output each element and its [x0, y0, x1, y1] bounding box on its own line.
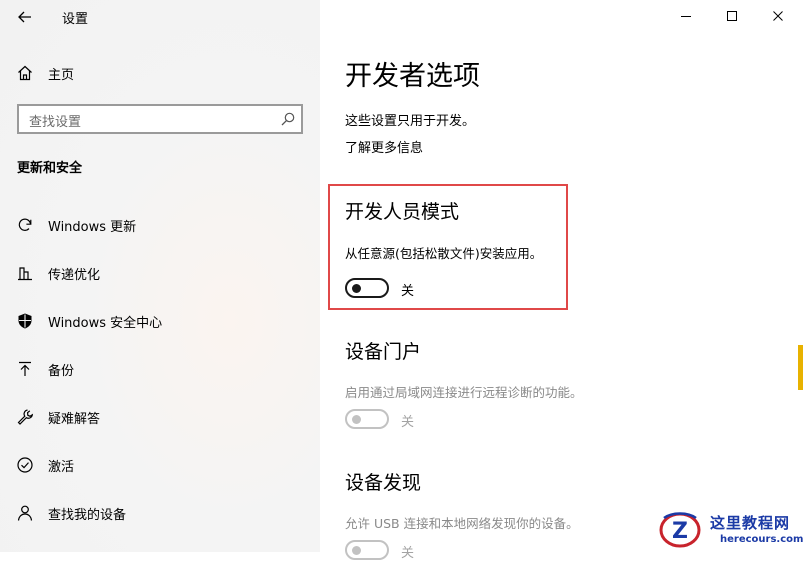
developer-mode-description: 从任意源(包括松散文件)安装应用。 [345, 246, 543, 261]
check-circle-icon [16, 456, 34, 474]
sidebar-item-label: 传递优化 [48, 267, 101, 283]
device-discovery-description: 允许 USB 连接和本地网络发现你的设备。 [345, 516, 579, 531]
sidebar-item-delivery-optimization[interactable]: 传递优化 [16, 261, 306, 285]
minimize-icon[interactable] [678, 8, 694, 24]
device-discovery-title: 设备发现 [345, 472, 422, 494]
sidebar: 设置 主页 查找设置 更新和安全 Windows 更新 传递优化 Windows… [0, 0, 320, 552]
watermark-logo: Z [659, 512, 701, 548]
delivery-optimization-icon [16, 264, 34, 282]
backup-arrow-icon [16, 360, 34, 378]
scrollbar[interactable] [797, 0, 803, 552]
sidebar-item-windows-security[interactable]: Windows 安全中心 [16, 309, 306, 333]
learn-more-link[interactable]: 了解更多信息 [345, 137, 423, 156]
device-portal-title: 设备门户 [345, 341, 422, 363]
wrench-icon [16, 408, 34, 426]
sidebar-item-home[interactable]: 主页 [16, 62, 74, 84]
sidebar-item-troubleshoot[interactable]: 疑难解答 [16, 405, 306, 429]
page-description: 这些设置只用于开发。 [345, 114, 476, 129]
scrollbar-accent [798, 345, 803, 390]
watermark-logo-letter: Z [672, 519, 688, 544]
home-icon [18, 65, 32, 81]
sidebar-item-windows-update[interactable]: Windows 更新 [16, 213, 306, 237]
watermark-title: 这里教程网 [710, 514, 791, 532]
maximize-icon[interactable] [724, 8, 740, 24]
device-discovery-toggle[interactable] [345, 540, 389, 560]
sidebar-item-label: 激活 [48, 459, 75, 475]
refresh-icon [16, 216, 34, 234]
developer-mode-toggle[interactable] [345, 278, 389, 298]
watermark: Z 这里教程网 herecours.com [656, 508, 803, 552]
toggle-knob [352, 546, 361, 555]
developer-mode-toggle-state: 关 [401, 284, 415, 299]
sidebar-item-label: 疑难解答 [48, 411, 101, 427]
close-icon[interactable] [770, 8, 786, 24]
app-title: 设置 [62, 12, 89, 27]
developer-mode-title: 开发人员模式 [345, 201, 460, 223]
sidebar-item-backup[interactable]: 备份 [16, 357, 306, 381]
sidebar-item-label: 查找我的设备 [48, 507, 127, 523]
sidebar-item-find-my-device[interactable]: 查找我的设备 [16, 501, 306, 525]
sidebar-item-label: 备份 [48, 363, 75, 379]
sidebar-item-label: 主页 [48, 67, 75, 83]
back-arrow-icon[interactable] [14, 6, 36, 28]
page-title: 开发者选项 [345, 61, 480, 92]
person-icon [16, 504, 34, 522]
shield-icon [16, 312, 34, 330]
search-input[interactable]: 查找设置 [17, 104, 303, 134]
toggle-knob [352, 284, 361, 293]
search-icon[interactable] [280, 111, 296, 127]
watermark-url: herecours.com [720, 534, 803, 545]
sidebar-item-label: Windows 更新 [48, 219, 137, 235]
search-placeholder: 查找设置 [29, 115, 82, 130]
device-portal-toggle[interactable] [345, 409, 389, 429]
device-portal-toggle-state: 关 [401, 415, 415, 430]
sidebar-item-label: Windows 安全中心 [48, 315, 163, 331]
section-title: 更新和安全 [17, 161, 83, 176]
toggle-knob [352, 415, 361, 424]
sidebar-item-activation[interactable]: 激活 [16, 453, 306, 477]
device-portal-description: 启用通过局域网连接进行远程诊断的功能。 [345, 385, 583, 400]
